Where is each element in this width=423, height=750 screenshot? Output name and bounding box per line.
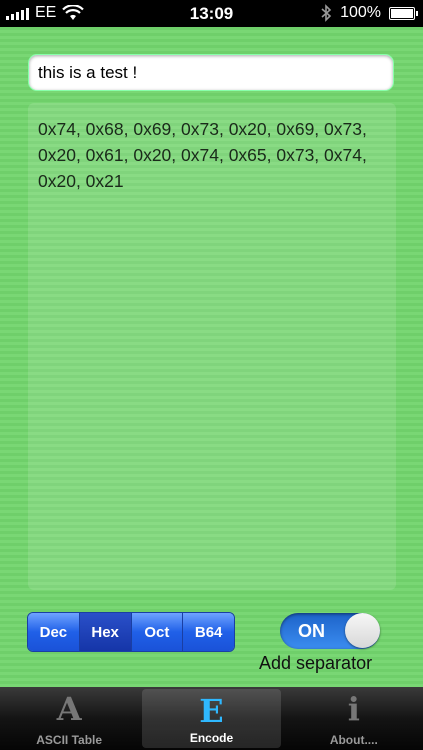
tab-bar: A ASCII Table E Encode i About.... (0, 687, 423, 750)
status-bar: EE 13:09 100% (0, 0, 423, 27)
tab-ascii-table[interactable]: A ASCII Table (0, 687, 138, 750)
bluetooth-icon (321, 4, 332, 22)
battery-level (391, 8, 413, 18)
tab-encode[interactable]: E Encode (142, 689, 281, 748)
tab-label: Encode (189, 731, 234, 745)
battery-icon (389, 6, 418, 20)
format-option-dec[interactable]: Dec (28, 613, 80, 651)
encode-icon: E (199, 692, 224, 730)
format-option-hex[interactable]: Hex (79, 613, 132, 651)
separator-caption: Add separator (259, 653, 373, 673)
format-selector: Dec Hex Oct B64 (27, 612, 235, 652)
about-icon: i (347, 690, 360, 728)
toggle-knob (345, 613, 380, 648)
separator-toggle[interactable]: ON (280, 613, 380, 649)
format-option-b64[interactable]: B64 (183, 613, 234, 651)
tab-label: About.... (329, 733, 378, 747)
battery-percent: 100% (340, 4, 381, 21)
format-option-oct[interactable]: Oct (131, 613, 184, 651)
status-right: 100% (320, 4, 418, 22)
encoded-output: 0x74, 0x68, 0x69, 0x73, 0x20, 0x69, 0x73… (28, 103, 396, 590)
text-input[interactable]: this is a test ! (28, 54, 394, 91)
toggle-state-label: ON (298, 621, 325, 641)
ascii-table-icon: A (56, 690, 82, 728)
tab-about[interactable]: i About.... (285, 687, 423, 750)
tab-label: ASCII Table (36, 733, 103, 747)
encode-view: this is a test ! 0x74, 0x68, 0x69, 0x73,… (0, 27, 423, 687)
